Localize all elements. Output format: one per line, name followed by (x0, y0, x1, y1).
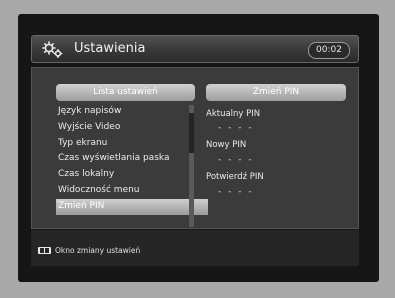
new-pin-input[interactable]: - - - - (218, 155, 254, 165)
scrollbar[interactable] (189, 105, 194, 227)
gear-icon (42, 41, 64, 59)
settings-item-screen-type[interactable]: Typ ekranu (56, 136, 188, 152)
confirm-pin-input[interactable]: - - - - (218, 187, 254, 197)
page-title: Ustawienia (74, 41, 146, 56)
current-pin-input[interactable]: - - - - (218, 123, 254, 133)
change-pin-header: Zmień PIN (206, 84, 346, 101)
new-pin-label: Nowy PIN (206, 140, 247, 150)
scrollbar-thumb[interactable] (189, 113, 194, 153)
settings-item-local-time[interactable]: Czas lokalny (56, 167, 188, 183)
settings-item-change-pin[interactable]: Zmień PIN (56, 198, 208, 215)
settings-item-menu-visibility[interactable]: Widoczność menu (56, 183, 188, 199)
footer-bar: Okno zmiany ustawień (31, 230, 359, 266)
settings-item-video-output[interactable]: Wyjście Video (56, 120, 188, 136)
ok-key-icon (38, 247, 51, 254)
clock-display: 00:02 (308, 42, 350, 59)
settings-item-bar-display-time[interactable]: Czas wyświetlania paska (56, 151, 188, 167)
menu-header: Ustawienia 00:02 (31, 35, 359, 63)
settings-item-subtitle-language[interactable]: Język napisów (56, 104, 188, 120)
settings-list: Język napisów Wyjście Video Typ ekranu C… (56, 104, 208, 215)
confirm-pin-label: Potwierdź PIN (206, 172, 264, 182)
settings-list-header: Lista ustawień (56, 84, 195, 101)
footer-hint: Okno zmiany ustawień (55, 246, 141, 255)
current-pin-label: Aktualny PIN (206, 109, 261, 119)
settings-panel: Lista ustawień Zmień PIN Język napisów W… (31, 67, 359, 229)
